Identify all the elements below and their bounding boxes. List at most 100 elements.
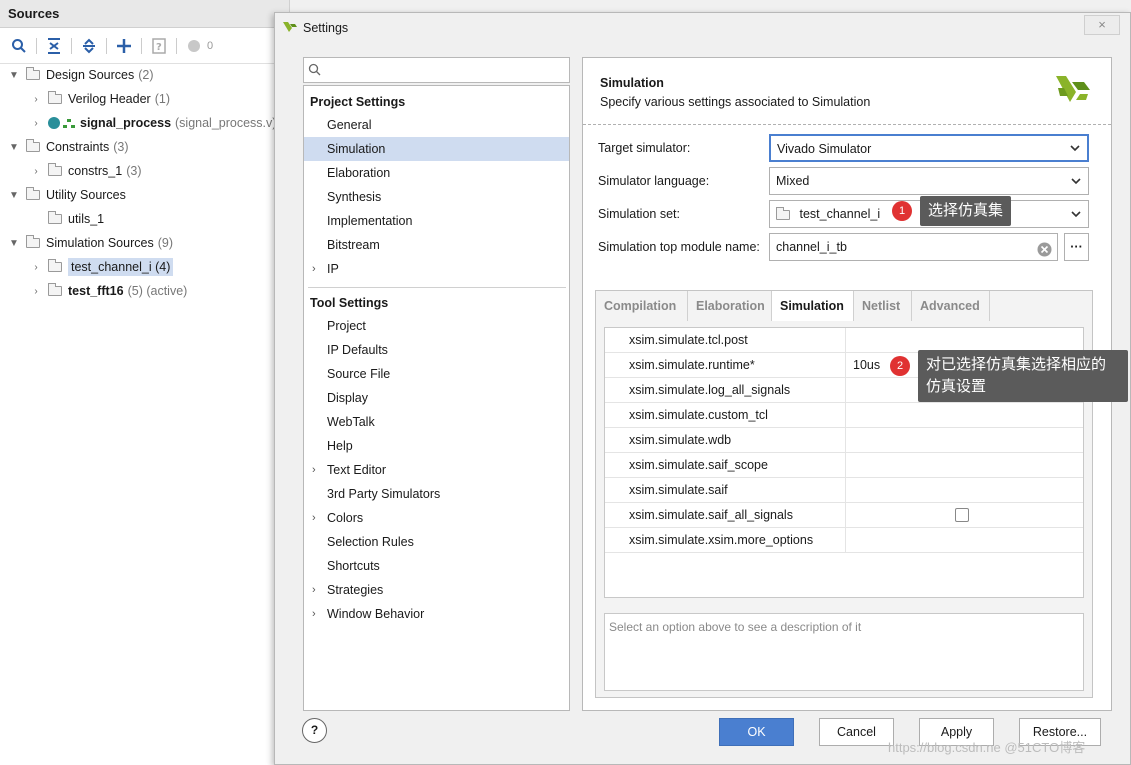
chevron-right-icon[interactable]: › bbox=[30, 94, 42, 105]
chevron-down-icon bbox=[1069, 136, 1081, 169]
hierarchy-icon bbox=[63, 118, 75, 128]
tree-node-simulation-sources[interactable]: ▼ Simulation Sources (9) bbox=[8, 232, 173, 254]
collapse-all-icon[interactable] bbox=[43, 35, 65, 57]
ok-button[interactable]: OK bbox=[719, 718, 794, 746]
table-row[interactable]: xsim.simulate.custom_tcl bbox=[605, 403, 1083, 428]
chevron-right-icon[interactable]: › bbox=[312, 506, 316, 530]
nav-3rd-party-simulators[interactable]: 3rd Party Simulators bbox=[304, 482, 569, 506]
help-button[interactable]: ? bbox=[302, 718, 327, 743]
chevron-down-icon[interactable]: ▼ bbox=[8, 190, 20, 201]
nav-colors[interactable]: › Colors bbox=[304, 506, 569, 530]
help-icon: ? bbox=[310, 723, 319, 737]
target-simulator-select[interactable]: Vivado Simulator bbox=[769, 134, 1089, 162]
tree-node-count: (2) bbox=[138, 68, 154, 82]
nav-ip-label: IP bbox=[327, 262, 339, 276]
table-row[interactable]: xsim.simulate.saif bbox=[605, 478, 1083, 503]
tree-node-design-sources[interactable]: ▼ Design Sources (2) bbox=[8, 64, 154, 86]
folder-icon bbox=[26, 235, 40, 248]
table-row[interactable]: xsim.simulate.xsim.more_options bbox=[605, 528, 1083, 553]
search-icon[interactable] bbox=[8, 35, 30, 57]
tree-node-label: signal_process bbox=[80, 116, 172, 130]
tree-node-constraints[interactable]: ▼ Constraints (3) bbox=[8, 136, 129, 158]
nav-text-editor[interactable]: › Text Editor bbox=[304, 458, 569, 482]
nav-strategies[interactable]: › Strategies bbox=[304, 578, 569, 602]
tab-simulation[interactable]: Simulation bbox=[772, 291, 854, 321]
nav-shortcuts[interactable]: Shortcuts bbox=[304, 554, 569, 578]
chevron-right-icon[interactable]: › bbox=[312, 458, 316, 482]
nav-help[interactable]: Help bbox=[304, 434, 569, 458]
nav-general[interactable]: General bbox=[304, 113, 569, 137]
nav-selection-rules[interactable]: Selection Rules bbox=[304, 530, 569, 554]
nav-bitstream[interactable]: Bitstream bbox=[304, 233, 569, 257]
add-icon[interactable] bbox=[113, 35, 135, 57]
nav-project[interactable]: Project bbox=[304, 314, 569, 338]
chevron-right-icon[interactable]: › bbox=[30, 286, 42, 297]
dialog-titlebar[interactable]: Settings bbox=[275, 13, 1130, 43]
nav-simulation[interactable]: Simulation bbox=[304, 137, 569, 161]
nav-elaboration[interactable]: Elaboration bbox=[304, 161, 569, 185]
description-box: Select an option above to see a descript… bbox=[604, 613, 1084, 691]
tree-node-constrs-1[interactable]: › constrs_1 (3) bbox=[30, 160, 141, 182]
tree-node-count: (3) bbox=[126, 164, 142, 178]
nav-webtalk[interactable]: WebTalk bbox=[304, 410, 569, 434]
nav-window-behavior[interactable]: › Window Behavior bbox=[304, 602, 569, 626]
simulator-language-select[interactable]: Mixed bbox=[769, 167, 1089, 195]
section-title: Simulation bbox=[600, 76, 664, 90]
folder-icon bbox=[48, 91, 62, 104]
cell-divider bbox=[845, 478, 846, 503]
tab-compilation[interactable]: Compilation bbox=[596, 291, 688, 321]
settings-search-input[interactable] bbox=[303, 57, 570, 83]
cancel-button[interactable]: Cancel bbox=[819, 718, 894, 746]
property-value[interactable]: 10us bbox=[853, 358, 880, 372]
property-name: xsim.simulate.tcl.post bbox=[629, 333, 748, 347]
tree-node-test-fft16[interactable]: › test_fft16 (5) (active) bbox=[30, 280, 187, 302]
chevron-down-icon[interactable]: ▼ bbox=[8, 70, 20, 81]
cell-divider bbox=[845, 503, 846, 528]
tree-node-utility-sources[interactable]: ▼ Utility Sources bbox=[8, 184, 126, 206]
simulation-set-label: Simulation set: bbox=[598, 207, 680, 221]
chevron-down-icon bbox=[1070, 201, 1082, 236]
chevron-right-icon[interactable]: › bbox=[312, 257, 316, 281]
nav-implementation[interactable]: Implementation bbox=[304, 209, 569, 233]
tree-node-verilog-header[interactable]: › Verilog Header (1) bbox=[30, 88, 170, 110]
chevron-right-icon[interactable]: › bbox=[312, 578, 316, 602]
close-button[interactable]: × bbox=[1084, 15, 1120, 35]
tab-advanced[interactable]: Advanced bbox=[912, 291, 990, 321]
expand-all-icon[interactable] bbox=[78, 35, 100, 57]
tab-elaboration[interactable]: Elaboration bbox=[688, 291, 772, 321]
ellipsis-icon: ··· bbox=[1070, 240, 1083, 254]
tree-node-count: (9) bbox=[157, 236, 173, 250]
saif-all-signals-checkbox[interactable] bbox=[955, 508, 969, 522]
help-doc-icon[interactable]: ? bbox=[148, 35, 170, 57]
tree-node-utils-1[interactable]: utils_1 bbox=[48, 208, 104, 230]
tab-netlist[interactable]: Netlist bbox=[854, 291, 912, 321]
chevron-right-icon[interactable]: › bbox=[30, 262, 42, 273]
chevron-right-icon[interactable]: › bbox=[30, 166, 42, 177]
nav-window-behavior-label: Window Behavior bbox=[327, 607, 425, 621]
target-simulator-value: Vivado Simulator bbox=[777, 142, 872, 156]
nav-ip-defaults[interactable]: IP Defaults bbox=[304, 338, 569, 362]
nav-display[interactable]: Display bbox=[304, 386, 569, 410]
cell-divider bbox=[845, 453, 846, 478]
chevron-right-icon[interactable]: › bbox=[30, 118, 42, 129]
tree-node-test-channel-i[interactable]: › test_channel_i (4) bbox=[30, 256, 174, 278]
browse-button[interactable]: ··· bbox=[1064, 233, 1089, 261]
table-row[interactable]: xsim.simulate.wdb bbox=[605, 428, 1083, 453]
cell-divider bbox=[845, 528, 846, 553]
clear-icon[interactable] bbox=[1037, 240, 1052, 266]
nav-synthesis[interactable]: Synthesis bbox=[304, 185, 569, 209]
top-module-input[interactable]: channel_i_tb bbox=[769, 233, 1058, 261]
table-row[interactable]: xsim.simulate.saif_scope bbox=[605, 453, 1083, 478]
header-divider bbox=[583, 124, 1111, 125]
chevron-right-icon[interactable]: › bbox=[312, 602, 316, 626]
tree-node-label: test_channel_i (4) bbox=[68, 258, 174, 276]
nav-ip[interactable]: › IP bbox=[304, 257, 569, 281]
tree-node-label: Design Sources bbox=[46, 68, 135, 82]
tree-node-label: constrs_1 bbox=[68, 164, 123, 178]
nav-source-file[interactable]: Source File bbox=[304, 362, 569, 386]
table-row[interactable]: xsim.simulate.saif_all_signals bbox=[605, 503, 1083, 528]
chevron-down-icon[interactable]: ▼ bbox=[8, 142, 20, 153]
tree-node-signal-process[interactable]: › signal_process (signal_process.v) ( bbox=[30, 112, 284, 134]
chevron-down-icon[interactable]: ▼ bbox=[8, 238, 20, 249]
cell-divider bbox=[845, 428, 846, 453]
